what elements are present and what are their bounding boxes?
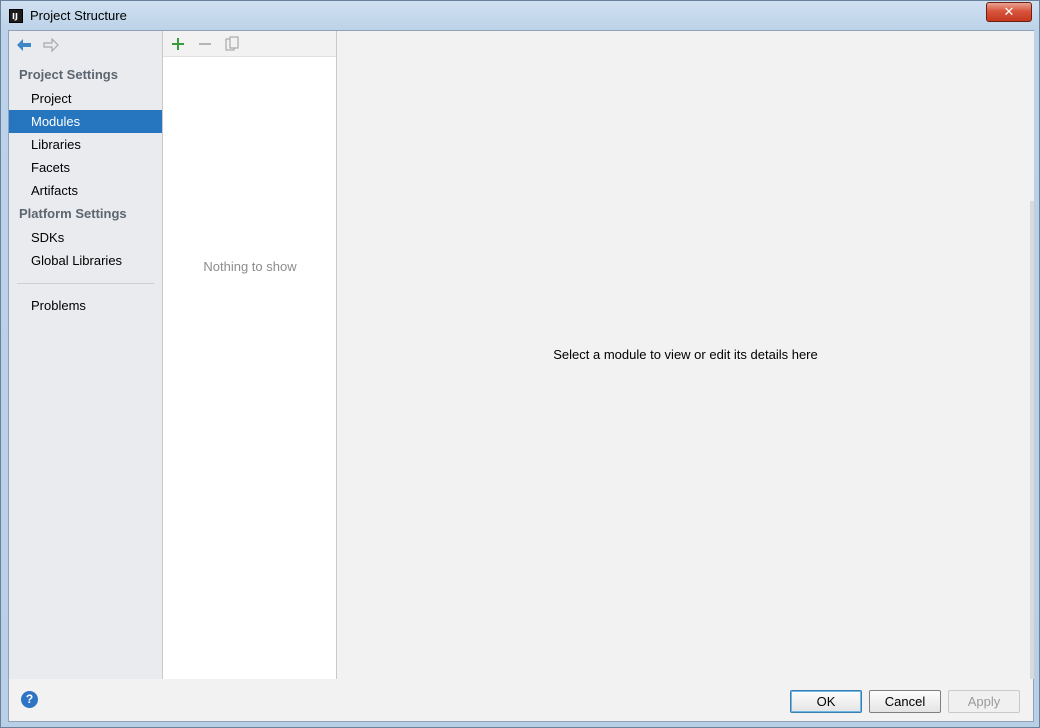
module-list-panel: Nothing to show [163, 31, 337, 679]
back-arrow-icon[interactable] [15, 36, 33, 54]
cancel-button[interactable]: Cancel [869, 690, 941, 713]
sidebar-item-problems[interactable]: Problems [9, 294, 162, 317]
project-settings-header: Project Settings [19, 67, 118, 82]
settings-sidebar: Project Settings Project Modules Librari… [9, 31, 163, 679]
window-title: Project Structure [30, 8, 127, 23]
copy-icon[interactable] [223, 35, 241, 53]
remove-icon[interactable] [196, 35, 214, 53]
add-icon[interactable] [169, 35, 187, 53]
sidebar-item-modules[interactable]: Modules [9, 110, 162, 133]
intellij-app-icon: IJ [9, 8, 23, 23]
scrollbar[interactable] [1030, 201, 1034, 679]
title-bar: IJ Project Structure ✕ [1, 1, 1039, 30]
close-button[interactable]: ✕ [986, 2, 1032, 22]
nav-toolbar [9, 31, 162, 59]
project-structure-window: IJ Project Structure ✕ Project Settings … [0, 0, 1040, 728]
sidebar-divider [17, 283, 154, 284]
dialog-client-area: Project Settings Project Modules Librari… [8, 30, 1034, 722]
sidebar-item-global-libraries[interactable]: Global Libraries [9, 249, 162, 272]
sidebar-item-sdks[interactable]: SDKs [9, 226, 162, 249]
detail-placeholder-text: Select a module to view or edit its deta… [553, 347, 818, 362]
empty-list-message: Nothing to show [203, 259, 297, 274]
platform-settings-header: Platform Settings [19, 206, 127, 221]
sidebar-item-artifacts[interactable]: Artifacts [9, 179, 162, 202]
forward-arrow-icon[interactable] [42, 36, 60, 54]
help-icon[interactable]: ? [21, 691, 38, 708]
module-detail-panel: Select a module to view or edit its deta… [337, 31, 1034, 679]
sidebar-item-project[interactable]: Project [9, 87, 162, 110]
sidebar-item-facets[interactable]: Facets [9, 156, 162, 179]
apply-button[interactable]: Apply [948, 690, 1020, 713]
dialog-footer: ? OK Cancel Apply [9, 679, 1033, 721]
module-list-toolbar [163, 31, 336, 57]
sidebar-item-libraries[interactable]: Libraries [9, 133, 162, 156]
ok-button[interactable]: OK [790, 690, 862, 713]
